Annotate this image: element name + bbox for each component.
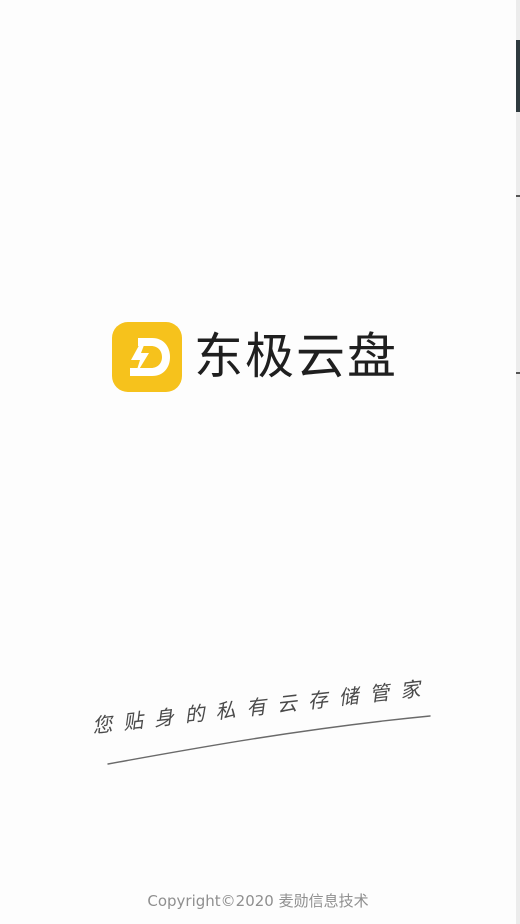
lightning-d-logo-icon	[112, 322, 182, 392]
slogan-area: 您贴身的私有云存储管家	[86, 675, 446, 776]
slogan-underline	[107, 715, 431, 765]
screen-edge-bar	[516, 40, 520, 112]
brand-lockup: 东极云盘	[112, 322, 398, 392]
app-name: 东极云盘	[194, 328, 399, 385]
copyright-text: Copyright©2020 麦勋信息技术	[147, 892, 369, 910]
screen-edge-mark	[516, 195, 520, 197]
screen-edge-mark	[516, 372, 520, 374]
splash-screen: 东极云盘 您贴身的私有云存储管家 Copyright©2020 麦勋信息技术	[0, 0, 516, 924]
screen-edge	[516, 0, 520, 924]
